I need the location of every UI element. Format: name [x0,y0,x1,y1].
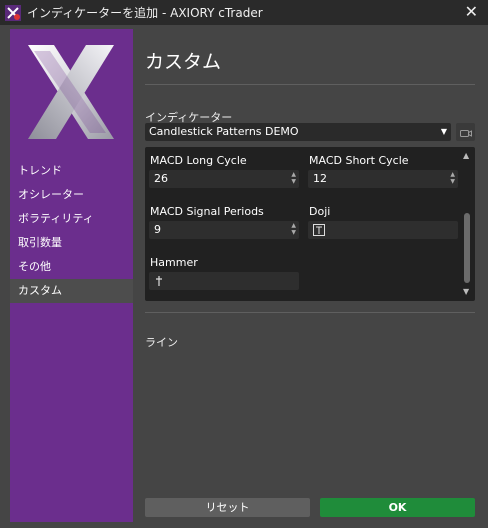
scroll-down-icon[interactable]: ▼ [463,287,469,296]
category-nav: トレンド オシレーター ボラティリティ 取引数量 その他 カスタム [10,159,133,303]
ok-button[interactable]: OK [320,498,475,517]
macd-short-input[interactable]: 12 ▲ ▼ [308,170,458,188]
divider [145,84,475,85]
page-title: カスタム [145,51,222,73]
parameters-panel: MACD Long Cycle 26 ▲ ▼ MACD Short Cycle 1… [145,147,475,301]
macd-signal-label: MACD Signal Periods [150,205,264,218]
macd-signal-input[interactable]: 9 ▲ ▼ [149,221,299,239]
doji-symbol-icon [313,224,325,242]
macd-long-value: 26 [154,172,168,185]
hammer-symbol-icon [155,275,163,293]
camera-button[interactable] [456,123,475,141]
close-icon[interactable]: ✕ [465,3,478,21]
spinner-icon[interactable]: ▲ ▼ [450,171,455,185]
macd-short-label: MACD Short Cycle [309,154,409,167]
indicator-select-value: Candlestick Patterns DEMO [149,125,299,138]
ctrader-app-icon [5,4,21,21]
macd-long-input[interactable]: 26 ▲ ▼ [149,170,299,188]
scroll-up-icon[interactable]: ▲ [463,151,469,160]
spinner-icon[interactable]: ▲ ▼ [291,171,296,185]
sidebar-item-volatility[interactable]: ボラティリティ [10,207,133,231]
axiory-x-logo [20,39,120,143]
macd-long-label: MACD Long Cycle [150,154,247,167]
sidebar: トレンド オシレーター ボラティリティ 取引数量 その他 カスタム [10,29,133,522]
dialog-window: インディケーターを追加 - AXIORY cTrader ✕ トレンド オシレー… [0,0,488,528]
window-title: インディケーターを追加 - AXIORY cTrader [27,6,263,20]
spinner-icon[interactable]: ▲ ▼ [291,222,296,236]
doji-input[interactable] [308,221,458,239]
panel-scrollbar[interactable]: ▲ ▼ [463,151,471,297]
sidebar-item-trend[interactable]: トレンド [10,159,133,183]
macd-signal-value: 9 [154,223,161,236]
doji-label: Doji [309,205,331,218]
hammer-label: Hammer [150,256,198,269]
line-section-label: ライン [145,336,178,349]
divider [145,312,475,313]
indicator-select[interactable]: Candlestick Patterns DEMO ▼ [145,123,451,141]
title-bar: インディケーターを追加 - AXIORY cTrader ✕ [0,0,488,25]
hammer-input[interactable] [149,272,299,290]
sidebar-item-oscillator[interactable]: オシレーター [10,183,133,207]
macd-short-value: 12 [313,172,327,185]
camera-icon [459,123,472,142]
dropdown-arrow-icon: ▼ [440,127,447,136]
scroll-thumb[interactable] [464,213,470,283]
sidebar-item-volume[interactable]: 取引数量 [10,231,133,255]
reset-button[interactable]: リセット [145,498,310,517]
sidebar-item-other[interactable]: その他 [10,255,133,279]
sidebar-item-custom[interactable]: カスタム [10,279,133,303]
